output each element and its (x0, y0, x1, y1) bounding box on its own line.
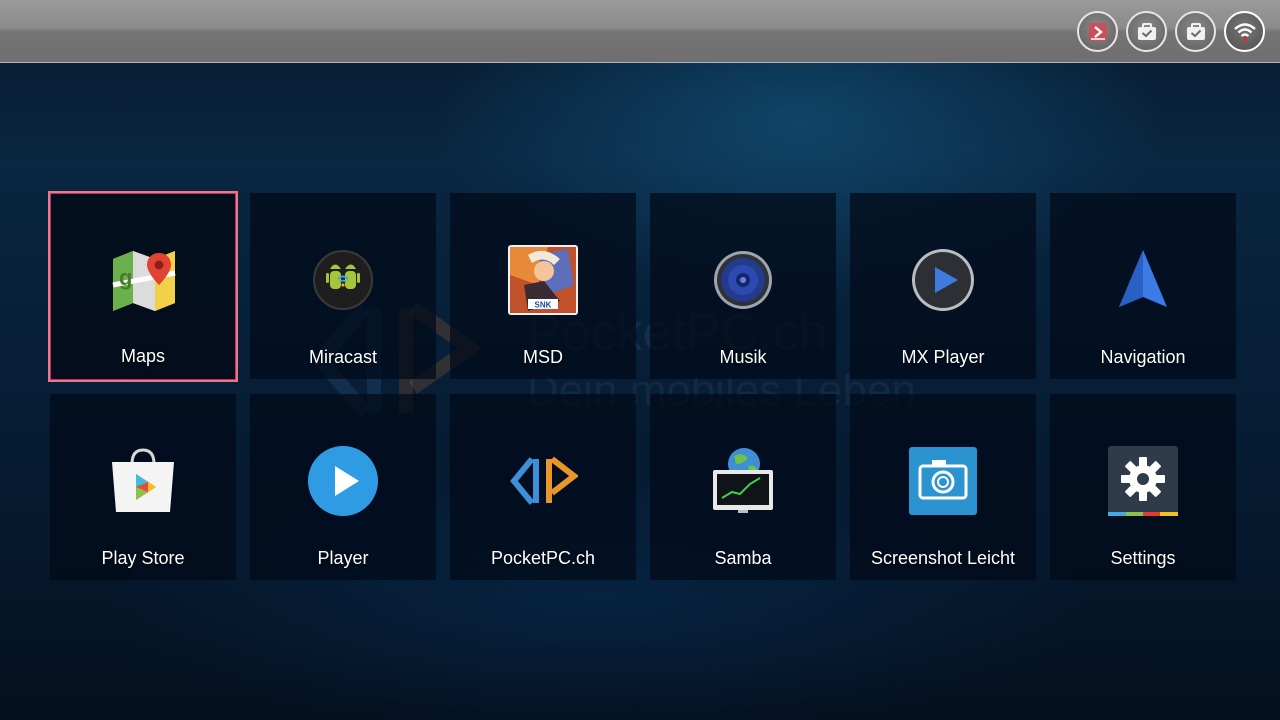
status-icons (1077, 11, 1265, 52)
app-tile-mx-player[interactable]: MX Player (850, 193, 1036, 379)
wifi-icon[interactable] (1224, 11, 1265, 52)
app-tile-musik[interactable]: Musik (650, 193, 836, 379)
app-tile-settings[interactable]: Settings (1050, 394, 1236, 580)
play-circle-icon (308, 446, 378, 516)
app-label: Maps (120, 346, 165, 366)
mx-player-icon (908, 245, 978, 315)
app-label: Screenshot Leicht (870, 548, 1016, 568)
miracast-icon (308, 245, 378, 315)
svg-text:SNK: SNK (535, 301, 552, 310)
app-tile-msd[interactable]: SNK MSD (450, 193, 636, 379)
pocketpc-logo-icon (508, 446, 579, 516)
app-tile-screenshot-leicht[interactable]: Screenshot Leicht (850, 394, 1036, 580)
app-label: Settings (1110, 548, 1176, 568)
speaker-icon (708, 245, 778, 315)
app-label: PocketPC.ch (490, 548, 596, 568)
app-label: Player (317, 548, 369, 568)
app-tile-samba[interactable]: Samba (650, 394, 836, 580)
app-label: Miracast (308, 347, 377, 367)
gear-icon (1108, 446, 1178, 516)
app-label: MX Player (901, 347, 985, 367)
app-label: MSD (523, 347, 563, 367)
app-tile-play-store[interactable]: Play Store (50, 394, 236, 580)
samba-monitor-icon (708, 446, 778, 516)
msd-icon: SNK (508, 245, 578, 315)
camera-icon (908, 446, 978, 516)
app-label: Play Store (101, 548, 185, 568)
navigation-arrow-icon (1108, 245, 1178, 315)
app-notification-icon[interactable] (1077, 11, 1118, 52)
app-tile-pocketpc[interactable]: PocketPC.ch (450, 394, 636, 580)
app-tile-navigation[interactable]: Navigation (1050, 193, 1236, 379)
play-store-icon (108, 446, 178, 516)
svg-text:g: g (119, 265, 132, 290)
maps-icon: g (109, 245, 179, 315)
app-label: Samba (714, 548, 772, 568)
app-tile-player[interactable]: Player (250, 394, 436, 580)
app-tile-miracast[interactable]: Miracast (250, 193, 436, 379)
app-label: Musik (719, 347, 767, 367)
briefcase-check-icon[interactable] (1175, 11, 1216, 52)
app-label: Navigation (1100, 347, 1186, 367)
app-tile-maps[interactable]: g Maps (48, 191, 238, 382)
briefcase-check-icon[interactable] (1126, 11, 1167, 52)
status-bar (0, 0, 1280, 63)
